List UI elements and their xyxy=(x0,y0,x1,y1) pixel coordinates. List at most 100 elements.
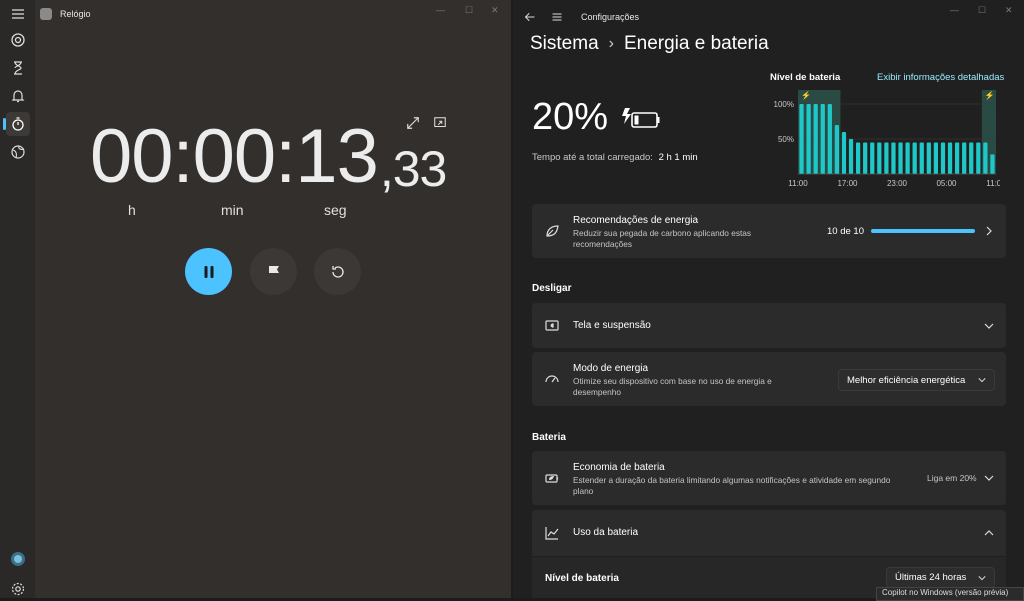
bateria-header: Bateria xyxy=(532,432,566,443)
bar xyxy=(898,142,903,174)
hours-label: h xyxy=(128,202,136,218)
screen-sleep-title: Tela e suspensão xyxy=(573,320,651,331)
battery-saver-title: Economia de bateria xyxy=(573,462,665,473)
battery-saver-desc: Estender a duração da bateria limitando … xyxy=(573,475,891,496)
focus-icon[interactable] xyxy=(6,28,30,52)
screen-sleep-icon xyxy=(545,319,559,331)
settings-icon[interactable] xyxy=(6,577,30,601)
pause-icon xyxy=(204,265,213,278)
bar xyxy=(820,104,825,174)
chevron-down-icon xyxy=(984,323,994,329)
bar xyxy=(827,104,832,174)
bar xyxy=(891,142,896,174)
minimize-icon[interactable]: — xyxy=(436,5,445,15)
bar xyxy=(940,142,946,174)
charging-zone xyxy=(798,90,841,174)
bar xyxy=(877,142,882,174)
bar xyxy=(926,142,931,174)
clock-nav-rail xyxy=(0,0,35,598)
settings-app-title: Configurações xyxy=(581,12,640,22)
menu-icon[interactable] xyxy=(551,10,563,28)
screen-sleep-card[interactable]: Tela e suspensão xyxy=(532,303,1006,348)
battery-level-title: Nível de bateria xyxy=(770,72,841,83)
battery-usage-level-label: Nível de bateria xyxy=(545,573,619,584)
alarm-icon[interactable] xyxy=(6,84,30,108)
battery-saver-icon xyxy=(545,474,559,483)
bar xyxy=(976,142,981,174)
x-tick-label: 11:00 xyxy=(788,179,808,188)
close-icon[interactable]: ✕ xyxy=(491,5,499,16)
clock-app-title: Relógio xyxy=(60,9,91,19)
battery-level-chart: ⚡ ⚡ 100% 50% 11:00 17:00 23:00 05:00 11:00 xyxy=(774,90,1000,188)
bar xyxy=(962,142,967,174)
page-title: Energia e bateria xyxy=(623,33,769,54)
recommendations-progress xyxy=(871,229,975,233)
close-icon[interactable]: ✕ xyxy=(1005,5,1013,16)
power-mode-desc: Otimize seu dispositivo com base no uso … xyxy=(573,376,772,397)
chart-line-icon xyxy=(545,527,559,540)
breadcrumb: Sistema › Energia e bateria xyxy=(530,33,769,55)
bar xyxy=(863,142,868,174)
time-to-full-value: 2 h 1 min xyxy=(658,152,698,163)
recommendations-count: 10 de 10 xyxy=(827,226,864,237)
bar xyxy=(905,142,910,174)
bar xyxy=(947,142,953,174)
chevron-up-icon xyxy=(984,530,994,536)
copilot-tooltip: Copilot no Windows (versão prévia) xyxy=(876,587,1024,601)
stopwatch-centiseconds: ,33 xyxy=(379,141,448,197)
menu-icon[interactable] xyxy=(6,2,30,26)
bar xyxy=(983,142,988,174)
back-arrow-icon[interactable] xyxy=(524,10,536,28)
recommendations-title: Recomendações de energia xyxy=(573,215,699,226)
chevron-down-icon xyxy=(984,475,994,481)
bar xyxy=(870,142,875,174)
time-range-value: Últimas 24 horas xyxy=(895,572,967,583)
battery-percent: 20% xyxy=(532,96,609,138)
time-range-dropdown[interactable]: Últimas 24 horas xyxy=(886,567,995,588)
stopwatch-icon[interactable] xyxy=(3,112,30,136)
flag-icon xyxy=(268,265,279,279)
lap-button[interactable] xyxy=(250,248,297,295)
timer-icon[interactable] xyxy=(6,56,30,80)
battery-saver-card[interactable]: Economia de bateria Estender a duração d… xyxy=(532,451,1006,505)
power-mode-dropdown[interactable]: Melhor eficiência energética xyxy=(838,369,995,391)
bar xyxy=(933,142,939,174)
maximize-icon[interactable]: ☐ xyxy=(978,5,986,16)
details-link[interactable]: Exibir informações detalhadas xyxy=(877,72,1004,83)
power-mode-icon xyxy=(545,375,559,383)
maximize-icon[interactable]: ☐ xyxy=(465,5,473,16)
clock-window: Relógio — ☐ ✕ 00:00:13 ,33 h min seg xyxy=(0,0,511,598)
settings-window: Configurações — ☐ ✕ Sistema › Energia e … xyxy=(513,0,1024,598)
charging-bolt-icon: ⚡ xyxy=(985,90,995,100)
settings-title-bar: Configurações — ☐ ✕ xyxy=(513,0,1024,34)
chevron-right-icon xyxy=(986,226,992,236)
stopwatch-display: 00:00:13 ,33 xyxy=(90,114,460,200)
seconds-label: seg xyxy=(324,202,347,218)
recommendations-desc: Reduzir sua pegada de carbono aplicando … xyxy=(573,228,752,249)
bar xyxy=(954,142,960,174)
time-to-full-label: Tempo até a total carregado: xyxy=(532,152,653,163)
reset-button[interactable] xyxy=(314,248,361,295)
world-clock-icon[interactable] xyxy=(6,140,30,164)
y-tick-label: 50% xyxy=(778,135,794,144)
power-mode-title: Modo de energia xyxy=(573,363,649,374)
bar xyxy=(799,104,804,174)
bar xyxy=(848,139,854,174)
battery-usage-card[interactable]: Uso da bateria xyxy=(532,510,1006,556)
clock-app-icon xyxy=(40,8,52,20)
chevron-right-icon: › xyxy=(608,35,614,52)
minutes-label: min xyxy=(221,202,244,218)
stopwatch-main-time: 00:00:13 xyxy=(90,114,379,199)
battery-saver-value: Liga em 20% xyxy=(927,473,977,483)
leaf-icon xyxy=(546,225,559,237)
avatar-icon[interactable] xyxy=(6,547,30,571)
breadcrumb-parent[interactable]: Sistema xyxy=(530,33,599,55)
minimize-icon[interactable]: — xyxy=(950,5,959,15)
pause-button[interactable] xyxy=(185,248,232,295)
x-tick-label: 17:00 xyxy=(837,179,858,188)
bar xyxy=(969,142,974,174)
time-to-full: Tempo até a total carregado: 2 h 1 min xyxy=(532,152,698,163)
bar xyxy=(834,125,840,174)
battery-usage-title: Uso da bateria xyxy=(573,527,639,538)
bar xyxy=(884,142,889,174)
